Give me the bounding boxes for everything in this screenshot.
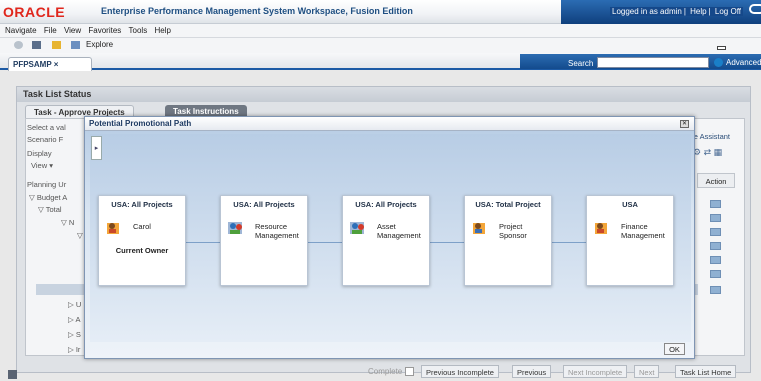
menu-bar: Navigate File View Favorites Tools Help [0, 24, 761, 38]
home-icon[interactable] [14, 41, 23, 49]
app-title: Enterprise Performance Management System… [101, 6, 413, 16]
user-icon [106, 220, 122, 236]
menu-file[interactable]: File [44, 26, 57, 35]
path-node-5[interactable]: USA Finance Management [586, 195, 674, 286]
total-node[interactable]: ▽ Total [38, 205, 62, 214]
connector [430, 242, 464, 243]
action-header: Action [697, 173, 735, 188]
scenario-text: Scenario F [27, 135, 64, 144]
budget-node[interactable]: ▽ Budget A [29, 193, 67, 202]
oracle-logo: ORACLE [3, 4, 66, 20]
node-label: Asset Management [377, 222, 421, 240]
explore-button[interactable]: Explore [86, 40, 113, 49]
action-button[interactable] [710, 256, 721, 264]
new-document-icon[interactable] [32, 41, 41, 49]
current-owner-label: Current Owner [115, 246, 169, 255]
ce-assistant-text: ce Assistant [690, 132, 731, 141]
connector [308, 242, 342, 243]
node-label: Carol [133, 222, 151, 231]
complete-label: Complete [368, 367, 403, 376]
display-text: Display [27, 149, 52, 158]
toolbar-icons[interactable]: ⚙ ⇄ ▦ [693, 147, 722, 158]
v-node[interactable]: ▽ [77, 231, 83, 240]
node-title: USA: All Projects [233, 200, 295, 209]
path-node-3[interactable]: USA: All Projects Asset Management [342, 195, 430, 286]
node-label: Resource Management [255, 222, 299, 240]
logged-in-text: Logged in as admin [612, 7, 682, 16]
action-button[interactable] [710, 214, 721, 222]
connector [186, 242, 220, 243]
user-info: Logged in as admin | Help | Log Off [610, 7, 743, 16]
previous-button[interactable]: Previous [512, 365, 552, 378]
planning-text: Planning Ur [27, 180, 67, 189]
action-button[interactable] [710, 286, 721, 294]
previous-incomplete-button[interactable]: Previous Incomplete [421, 365, 499, 378]
group-icon [350, 220, 366, 236]
close-icon[interactable]: ✕ [680, 120, 689, 128]
view-menu[interactable]: View ▾ [31, 161, 53, 170]
connector [552, 242, 586, 243]
advanced-link[interactable]: Advanced [726, 58, 761, 67]
collapse-icon[interactable]: ▸ [91, 136, 102, 160]
path-node-2[interactable]: USA: All Projects Resource Management [220, 195, 308, 286]
action-button[interactable] [710, 228, 721, 236]
promotional-path-dialog: Potential Promotional Path ✕ ▸ USA: All … [84, 116, 695, 359]
toolbar [0, 38, 761, 53]
user-icon [594, 220, 610, 236]
path-canvas: ▸ USA: All Projects Carol Current Owner … [90, 134, 691, 342]
close-tab-icon[interactable]: × [54, 60, 59, 69]
menu-navigate[interactable]: Navigate [5, 26, 37, 35]
path-node-4[interactable]: USA: Total Project Project Sponsor [464, 195, 552, 286]
row-ir[interactable]: ▷ Ir [68, 345, 80, 354]
search-label: Search [568, 59, 594, 68]
menu-tools[interactable]: Tools [129, 26, 148, 35]
path-node-1[interactable]: USA: All Projects Carol Current Owner [98, 195, 186, 286]
select-text: Select a val [27, 123, 66, 132]
action-button[interactable] [710, 242, 721, 250]
n-node[interactable]: ▽ N [61, 218, 74, 227]
open-folder-icon[interactable] [52, 41, 61, 49]
node-title: USA [622, 200, 638, 209]
node-label: Project Sponsor [499, 222, 527, 240]
oracle-swirl-icon [749, 4, 761, 14]
node-title: USA: All Projects [355, 200, 417, 209]
node-title: USA: All Projects [111, 200, 173, 209]
tab-label: PFPSAMP [13, 60, 52, 69]
row-a[interactable]: ▷ A [68, 315, 80, 324]
next-incomplete-button[interactable]: Next Incomplete [563, 365, 628, 378]
complete-checkbox[interactable] [405, 367, 414, 376]
node-label: Finance Management [621, 222, 665, 240]
row-s[interactable]: ▷ S [68, 330, 81, 339]
menu-favorites[interactable]: Favorites [88, 26, 121, 35]
menu-help[interactable]: Help [154, 26, 170, 35]
action-button[interactable] [710, 200, 721, 208]
row-u[interactable]: ▷ U [68, 300, 81, 309]
explore-icon[interactable] [71, 41, 80, 49]
action-button[interactable] [710, 270, 721, 278]
top-header: ORACLE Enterprise Performance Management… [0, 0, 761, 24]
help-link[interactable]: Help [690, 7, 706, 16]
search-input[interactable] [597, 57, 709, 68]
group-icon [228, 220, 244, 236]
task-list-home-button[interactable]: Task List Home [675, 365, 737, 378]
next-button[interactable]: Next [634, 365, 660, 378]
dialog-title: Potential Promotional Path [85, 117, 694, 131]
maximize-icon[interactable] [717, 46, 726, 50]
ok-button[interactable]: OK [664, 343, 685, 355]
menu-view[interactable]: View [64, 26, 81, 35]
logoff-link[interactable]: Log Off [715, 7, 741, 16]
tab-pfpsamp[interactable]: PFPSAMP × [8, 57, 92, 71]
expand-icon[interactable] [8, 370, 17, 379]
user-icon [472, 220, 488, 236]
advanced-search-icon[interactable] [714, 58, 723, 67]
node-title: USA: Total Project [475, 200, 541, 209]
panel-title: Task List Status [17, 87, 750, 102]
